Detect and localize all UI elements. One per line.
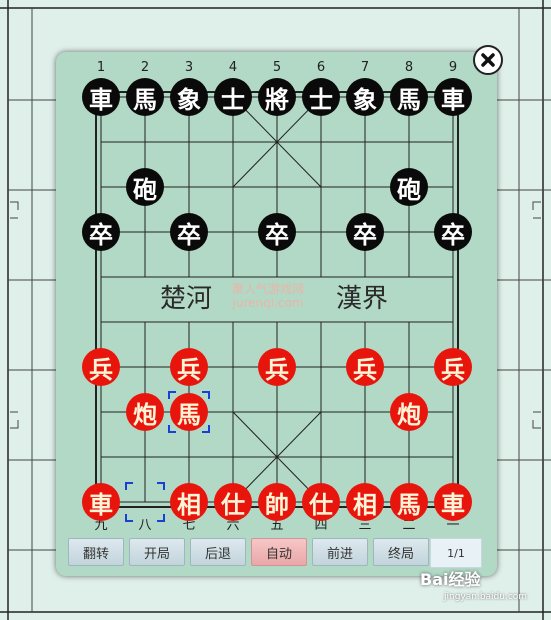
black-piece[interactable]: 卒 <box>170 213 208 251</box>
watermark-line2: jurenqi.com <box>232 296 304 310</box>
black-piece[interactable]: 象 <box>346 78 384 116</box>
red-piece[interactable]: 仕 <box>214 483 252 521</box>
file-label-top: 6 <box>316 60 326 75</box>
file-label-top: 9 <box>448 60 458 75</box>
black-piece[interactable]: 卒 <box>346 213 384 251</box>
red-piece[interactable]: 仕 <box>302 483 340 521</box>
file-label-bottom: 八 <box>138 518 152 533</box>
black-piece[interactable]: 車 <box>434 78 472 116</box>
black-piece[interactable]: 士 <box>214 78 252 116</box>
red-piece[interactable]: 兵 <box>258 348 296 386</box>
auto-button[interactable]: 自动 <box>251 538 307 566</box>
black-piece[interactable]: 卒 <box>434 213 472 251</box>
black-piece[interactable]: 將 <box>258 78 296 116</box>
file-label-top: 5 <box>272 60 282 75</box>
black-piece[interactable]: 車 <box>82 78 120 116</box>
file-label-top: 2 <box>140 60 150 75</box>
red-piece[interactable]: 炮 <box>126 393 164 431</box>
red-piece[interactable]: 車 <box>82 483 120 521</box>
red-piece[interactable]: 相 <box>170 483 208 521</box>
forward-button[interactable]: 前进 <box>312 538 368 566</box>
file-label-top: 8 <box>404 60 414 75</box>
red-piece[interactable]: 兵 <box>346 348 384 386</box>
black-piece[interactable]: 砲 <box>126 168 164 206</box>
red-piece[interactable]: 兵 <box>434 348 472 386</box>
file-label-top: 3 <box>184 60 194 75</box>
black-piece[interactable]: 士 <box>302 78 340 116</box>
black-piece[interactable]: 象 <box>170 78 208 116</box>
black-piece[interactable]: 砲 <box>390 168 428 206</box>
brand-watermark-sub: jingyan.baidu.com <box>444 592 528 602</box>
flip-button[interactable]: 翻转 <box>68 538 124 566</box>
file-label-top: 1 <box>96 60 106 75</box>
red-piece[interactable]: 馬 <box>390 483 428 521</box>
red-piece[interactable]: 車 <box>434 483 472 521</box>
red-piece[interactable]: 馬 <box>170 393 208 431</box>
black-piece[interactable]: 卒 <box>82 213 120 251</box>
file-label-top: 7 <box>360 60 370 75</box>
black-piece[interactable]: 馬 <box>126 78 164 116</box>
file-label-top: 4 <box>228 60 238 75</box>
river-label-han: 漢界 <box>336 284 389 314</box>
end-button[interactable]: 终局 <box>373 538 429 566</box>
page-indicator: 1/1 <box>430 538 482 568</box>
brand-watermark: Bai经验 <box>420 570 481 589</box>
red-piece[interactable]: 帥 <box>258 483 296 521</box>
red-piece[interactable]: 兵 <box>82 348 120 386</box>
start-button[interactable]: 开局 <box>129 538 185 566</box>
red-piece[interactable]: 炮 <box>390 393 428 431</box>
watermark: 聚人气游戏网 jurenqi.com <box>232 282 304 310</box>
back-button[interactable]: 后退 <box>190 538 246 566</box>
black-piece[interactable]: 馬 <box>390 78 428 116</box>
red-piece[interactable]: 兵 <box>170 348 208 386</box>
watermark-line1: 聚人气游戏网 <box>232 282 305 296</box>
red-piece[interactable]: 相 <box>346 483 384 521</box>
black-piece[interactable]: 卒 <box>258 213 296 251</box>
river-label-chu: 楚河 <box>160 284 213 314</box>
